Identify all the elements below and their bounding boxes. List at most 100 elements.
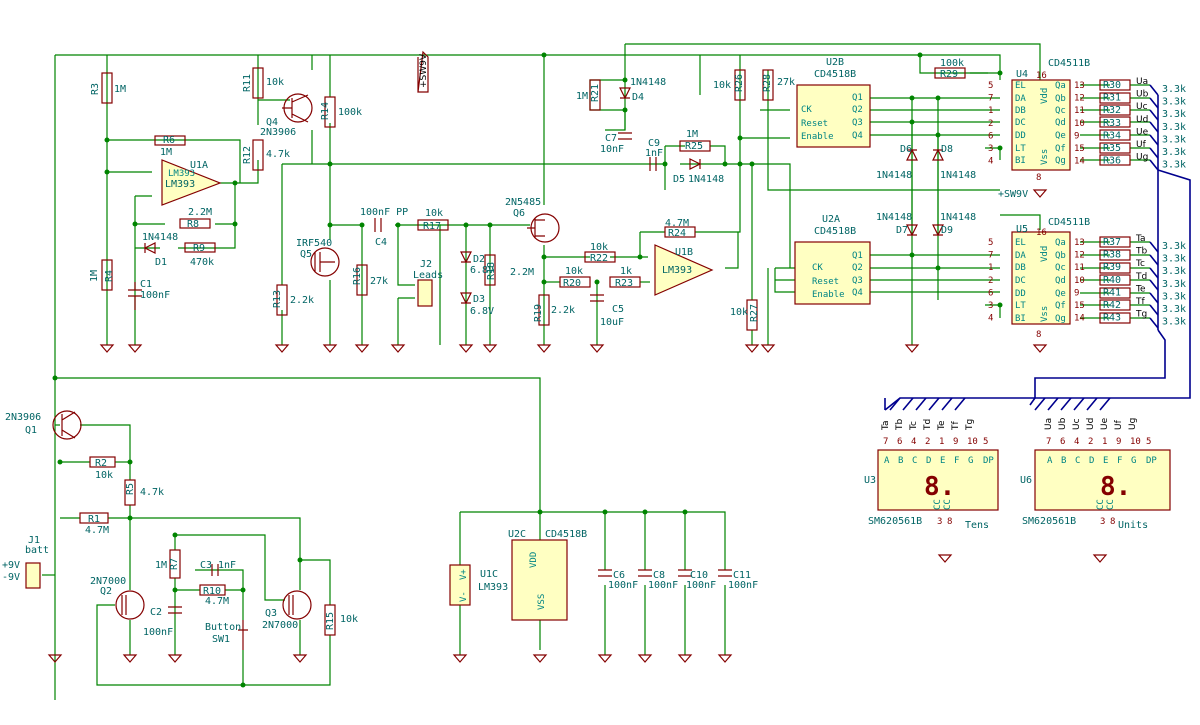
svg-text:BI: BI — [1015, 156, 1026, 166]
svg-text:Qc: Qc — [1055, 263, 1066, 273]
tens-seg-C: C — [912, 456, 917, 466]
svg-text:+9V: +9V — [2, 560, 20, 571]
svg-text:100nF PP: 100nF PP — [360, 207, 408, 218]
net-Tg: Tg — [1135, 310, 1147, 320]
u5-right-pin-12: 12 — [1074, 251, 1085, 261]
resistor-value-R43: 3.3k — [1162, 317, 1186, 328]
svg-text:Qg: Qg — [1055, 314, 1066, 324]
svg-text:2.2M: 2.2M — [510, 267, 534, 278]
svg-text:10uF: 10uF — [600, 317, 624, 328]
tens-net-Tg: Tg — [965, 419, 975, 431]
svg-text:2N7000: 2N7000 — [262, 620, 298, 631]
u5-left-pin-2: 2 — [988, 276, 993, 286]
svg-text:Leads: Leads — [413, 270, 443, 281]
svg-text:Qd: Qd — [1055, 118, 1066, 128]
resistor-R32: R32 — [1103, 105, 1121, 116]
tens-pin-7: 7 — [883, 437, 888, 447]
u5-vdd-pin: 16 — [1036, 228, 1047, 238]
svg-text:batt: batt — [25, 545, 49, 556]
units-bottom-pin-1: 3 — [1100, 517, 1105, 527]
units-net-Ug: Ug — [1128, 418, 1138, 430]
svg-text:Q4: Q4 — [852, 131, 863, 141]
u4-right-pin-10: 10 — [1074, 119, 1085, 129]
units-net-Ud: Ud — [1086, 418, 1096, 430]
svg-text:Qa: Qa — [1055, 238, 1066, 248]
tens-dp-label: DP — [983, 456, 994, 466]
decoders — [1011, 79, 1071, 325]
svg-text:10k: 10k — [425, 208, 443, 219]
svg-text:U2B: U2B — [826, 57, 844, 68]
svg-text:Q4: Q4 — [852, 288, 863, 298]
svg-text:D5: D5 — [673, 174, 685, 185]
u4-left-pin-1: 1 — [988, 106, 993, 116]
svg-text:SM620561B: SM620561B — [1022, 516, 1076, 527]
u4-right-pin-11: 11 — [1074, 106, 1085, 116]
units-pin-4: 4 — [1074, 437, 1079, 447]
tens-pin-9: 9 — [953, 437, 958, 447]
svg-text:10k: 10k — [713, 80, 731, 91]
svg-text:1N4148: 1N4148 — [630, 77, 666, 88]
svg-text:Qc: Qc — [1055, 106, 1066, 116]
net-Tc: Tc — [1135, 259, 1145, 269]
svg-text:R22: R22 — [590, 253, 608, 264]
svg-text:Qg: Qg — [1055, 156, 1066, 166]
tens-pin-10: 10 — [967, 437, 978, 447]
svg-text:1M: 1M — [160, 147, 172, 158]
svg-text:Vss: Vss — [1040, 149, 1050, 165]
svg-text:2.2M: 2.2M — [188, 207, 212, 218]
resistor-R43: R43 — [1103, 313, 1121, 324]
svg-text:R1: R1 — [88, 514, 100, 525]
svg-text:R27: R27 — [749, 304, 760, 322]
svg-text:DA: DA — [1015, 94, 1026, 104]
svg-text:U1C: U1C — [480, 569, 498, 580]
svg-text:R4: R4 — [104, 270, 115, 282]
net-Uc: Uc — [1136, 102, 1148, 112]
svg-text:10nF: 10nF — [600, 144, 624, 155]
resistor-value-R36: 3.3k — [1162, 160, 1186, 171]
u5-right-pin-11: 11 — [1074, 263, 1085, 273]
resistor-R37: R37 — [1103, 237, 1121, 248]
svg-text:2N3906: 2N3906 — [260, 127, 296, 138]
units-net-Ue: Ue — [1100, 417, 1110, 430]
units-seg-D: D — [1089, 456, 1094, 466]
net-Ud: Ud — [1136, 115, 1148, 125]
svg-text:VSS: VSS — [537, 594, 547, 610]
power-flag-sw9v: +SW9V — [417, 50, 429, 93]
svg-text:8.: 8. — [924, 472, 955, 502]
net-Td: Td — [1135, 272, 1147, 282]
svg-text:C5: C5 — [612, 304, 624, 315]
svg-text:1N4148: 1N4148 — [142, 232, 178, 243]
svg-text:U1B: U1B — [675, 247, 693, 258]
svg-text:Vss: Vss — [1040, 306, 1050, 322]
svg-text:Q3: Q3 — [265, 608, 277, 619]
svg-text:2N3906: 2N3906 — [5, 412, 41, 423]
u5-right-pin-9: 9 — [1074, 288, 1079, 298]
svg-text:R20: R20 — [563, 278, 581, 289]
resistor-R35: R35 — [1103, 143, 1121, 154]
units-seg-F: F — [1117, 456, 1122, 466]
svg-text:Qb: Qb — [1055, 94, 1066, 104]
svg-text:R2: R2 — [95, 458, 107, 469]
u4-vss-pin: 8 — [1036, 173, 1041, 183]
svg-text:1N4148: 1N4148 — [688, 174, 724, 185]
svg-text:2.2k: 2.2k — [551, 305, 575, 316]
svg-text:Qa: Qa — [1055, 81, 1066, 91]
units-pin-10: 10 — [1130, 437, 1141, 447]
tens-pin-2: 2 — [925, 437, 930, 447]
net-Tf: Tf — [1135, 297, 1145, 307]
svg-text:LM393: LM393 — [168, 169, 195, 179]
u5-left-pin-1: 1 — [988, 263, 993, 273]
svg-text:CK: CK — [812, 263, 823, 273]
resistor-R31: R31 — [1103, 93, 1121, 104]
svg-text:1N4148: 1N4148 — [940, 212, 976, 223]
svg-text:R16: R16 — [352, 267, 363, 285]
resistor-R30: R30 — [1103, 80, 1121, 91]
resistor-R33: R33 — [1103, 118, 1121, 129]
tens-bottom-pin-2: 8 — [947, 517, 952, 527]
svg-text:10k: 10k — [565, 266, 583, 277]
svg-text:470k: 470k — [190, 257, 214, 268]
svg-text:Q1: Q1 — [852, 93, 863, 103]
segment-resistor-labels: R30 3.3k Ua R31 3.3k Ub R32 3.3k Uc R33 3.3k Ud R34 3… — [1103, 77, 1186, 328]
svg-text:CK: CK — [801, 105, 812, 115]
svg-text:2N5485: 2N5485 — [505, 197, 541, 208]
